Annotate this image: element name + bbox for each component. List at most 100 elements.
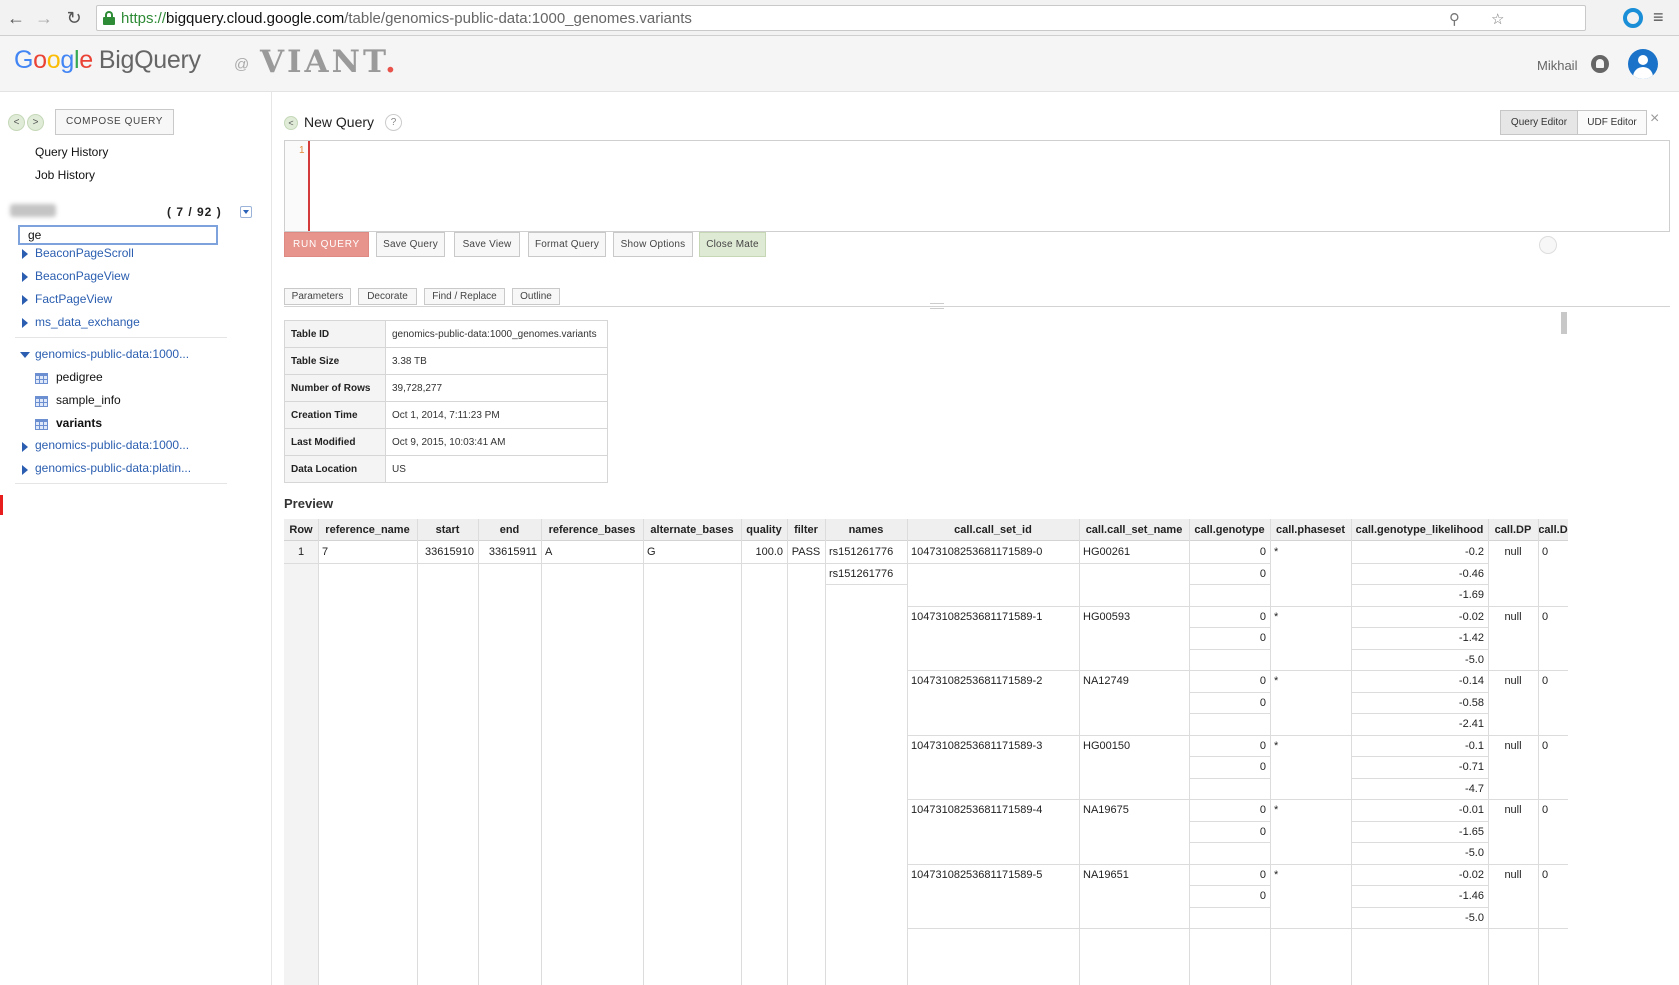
selected-indicator — [0, 495, 3, 515]
save-view-button[interactable]: Save View — [454, 232, 520, 257]
compose-query-button[interactable]: COMPOSE QUERY — [55, 109, 174, 135]
parameters-button[interactable]: Parameters — [284, 288, 351, 305]
save-query-button[interactable]: Save Query — [376, 232, 445, 257]
find-replace-button[interactable]: Find / Replace — [424, 288, 505, 305]
query-title: New Query — [304, 114, 375, 130]
show-options-button[interactable]: Show Options — [613, 232, 693, 257]
dataset-item[interactable]: BeaconPageView — [35, 269, 130, 283]
row-divider — [1351, 777, 1488, 779]
cell-filter: PASS — [791, 546, 821, 558]
row-divider — [1351, 885, 1488, 886]
back-arrow-icon[interactable]: ← — [4, 6, 28, 30]
close-icon[interactable]: × — [1650, 110, 1659, 128]
splitter-handle[interactable] — [930, 303, 944, 309]
avatar-icon[interactable] — [1628, 49, 1658, 79]
user-name[interactable]: Mikhail — [1537, 58, 1577, 73]
cell-dp: null — [1504, 546, 1522, 558]
forward-arrow-icon[interactable]: → — [32, 6, 56, 30]
row-divider — [1351, 906, 1488, 908]
column-header: filter — [787, 519, 825, 541]
table-item[interactable]: pedigree — [56, 370, 103, 384]
dataset-item-expanded[interactable]: genomics-public-data:1000... — [35, 347, 189, 361]
cell-likelihood: -1.46 — [1458, 890, 1484, 902]
row-divider — [1351, 842, 1488, 843]
dataset-item[interactable]: genomics-public-data:1000... — [35, 438, 189, 452]
address-bar[interactable]: https://bigquery.cloud.google.com/table/… — [96, 5, 1586, 31]
close-mate-button[interactable]: Close Mate — [699, 232, 766, 257]
cell-call-set-id: 10473108253681171589-5 — [911, 868, 1043, 881]
cell-genotype: 0 — [1259, 890, 1266, 902]
query-history-link[interactable]: Query History — [35, 145, 108, 159]
expand-triangle-icon[interactable] — [22, 318, 28, 328]
bigquery-logo[interactable]: Google BigQuery — [14, 46, 201, 75]
row-divider — [825, 584, 907, 585]
expand-triangle-icon[interactable] — [22, 295, 28, 305]
dataset-item[interactable]: BeaconPageScroll — [35, 246, 134, 260]
cell-likelihood: -5.0 — [1465, 653, 1484, 666]
next-button[interactable]: > — [27, 114, 44, 131]
query-editor[interactable]: 1 — [284, 140, 1670, 232]
row-divider — [1351, 584, 1488, 585]
menu-icon[interactable]: ≡ — [1653, 7, 1664, 28]
dataset-item[interactable]: FactPageView — [35, 292, 112, 306]
row-divider — [1351, 820, 1488, 822]
reload-icon[interactable]: ↻ — [62, 6, 86, 30]
dataset-item[interactable]: genomics-public-data:platin... — [35, 461, 191, 475]
expand-triangle-icon[interactable] — [22, 249, 28, 259]
decorate-button[interactable]: Decorate — [358, 288, 417, 305]
collapse-sidebar-button[interactable]: < — [284, 116, 298, 130]
dropdown-icon[interactable] — [240, 206, 252, 218]
cell-genotype: 0 — [1259, 739, 1266, 752]
expand-triangle-icon[interactable] — [22, 465, 28, 475]
dataset-filter-input[interactable] — [18, 225, 218, 245]
cell-likelihood: -0.58 — [1458, 696, 1484, 709]
cell-genotype: 0 — [1259, 675, 1266, 687]
prev-button[interactable]: < — [8, 114, 25, 131]
divider — [15, 337, 227, 338]
notification-icon[interactable] — [1591, 55, 1609, 73]
table-item-selected[interactable]: variants — [56, 416, 102, 430]
cell-call-set-id: 10473108253681171589-4 — [911, 804, 1043, 816]
scrollbar-thumb[interactable] — [1561, 312, 1567, 334]
cell-genotype: 0 — [1259, 868, 1266, 881]
search-icon[interactable]: ⚲ — [1449, 10, 1460, 28]
tab-query-editor[interactable]: Query Editor — [1500, 110, 1578, 135]
cell-call-set-name: NA12749 — [1083, 675, 1129, 687]
column-header: call.genotype — [1189, 519, 1270, 541]
cell-genotype: 0 — [1259, 804, 1266, 816]
row-divider — [1189, 627, 1270, 628]
cell-likelihood: -0.1 — [1465, 739, 1484, 752]
expand-triangle-icon[interactable] — [22, 272, 28, 282]
extension-icon[interactable] — [1623, 8, 1643, 28]
detail-value: genomics-public-data:1000_genomes.varian… — [385, 320, 608, 348]
format-query-button[interactable]: Format Query — [528, 232, 606, 257]
detail-value: Oct 1, 2014, 7:11:23 PM — [385, 401, 608, 429]
cell-end: 33615911 — [488, 546, 537, 558]
row-divider — [1189, 691, 1270, 693]
project-name-redacted[interactable] — [10, 204, 56, 217]
outline-button[interactable]: Outline — [512, 288, 560, 305]
collapse-triangle-icon[interactable] — [20, 352, 30, 358]
row-divider — [907, 928, 1568, 929]
dataset-count: ( 7 / 92 ) — [167, 205, 222, 219]
dataset-item[interactable]: ms_data_exchange — [35, 315, 140, 329]
detail-value: US — [385, 455, 608, 483]
job-history-link[interactable]: Job History — [35, 168, 95, 182]
detail-value: Oct 9, 2015, 10:03:41 AM — [385, 428, 608, 456]
star-icon[interactable]: ☆ — [1491, 10, 1504, 28]
cell-phaseset: * — [1274, 610, 1279, 623]
line-gutter: 1 — [285, 141, 310, 231]
cell-name: rs151261776 — [829, 567, 894, 580]
row-divider — [1189, 713, 1270, 714]
column-header: alternate_bases — [643, 519, 741, 541]
run-query-button[interactable]: RUN QUERY — [284, 232, 369, 257]
help-icon[interactable]: ? — [385, 114, 402, 131]
detail-row: Data Location US — [284, 455, 608, 483]
expand-triangle-icon[interactable] — [22, 442, 28, 452]
column-divider — [787, 519, 788, 985]
row-number-column — [284, 541, 318, 985]
sidebar: < > COMPOSE QUERY Query History Job Hist… — [0, 92, 272, 985]
table-item[interactable]: sample_info — [56, 393, 121, 407]
table-details: Table ID genomics-public-data:1000_genome… — [284, 320, 608, 483]
tab-udf-editor[interactable]: UDF Editor — [1577, 110, 1647, 135]
